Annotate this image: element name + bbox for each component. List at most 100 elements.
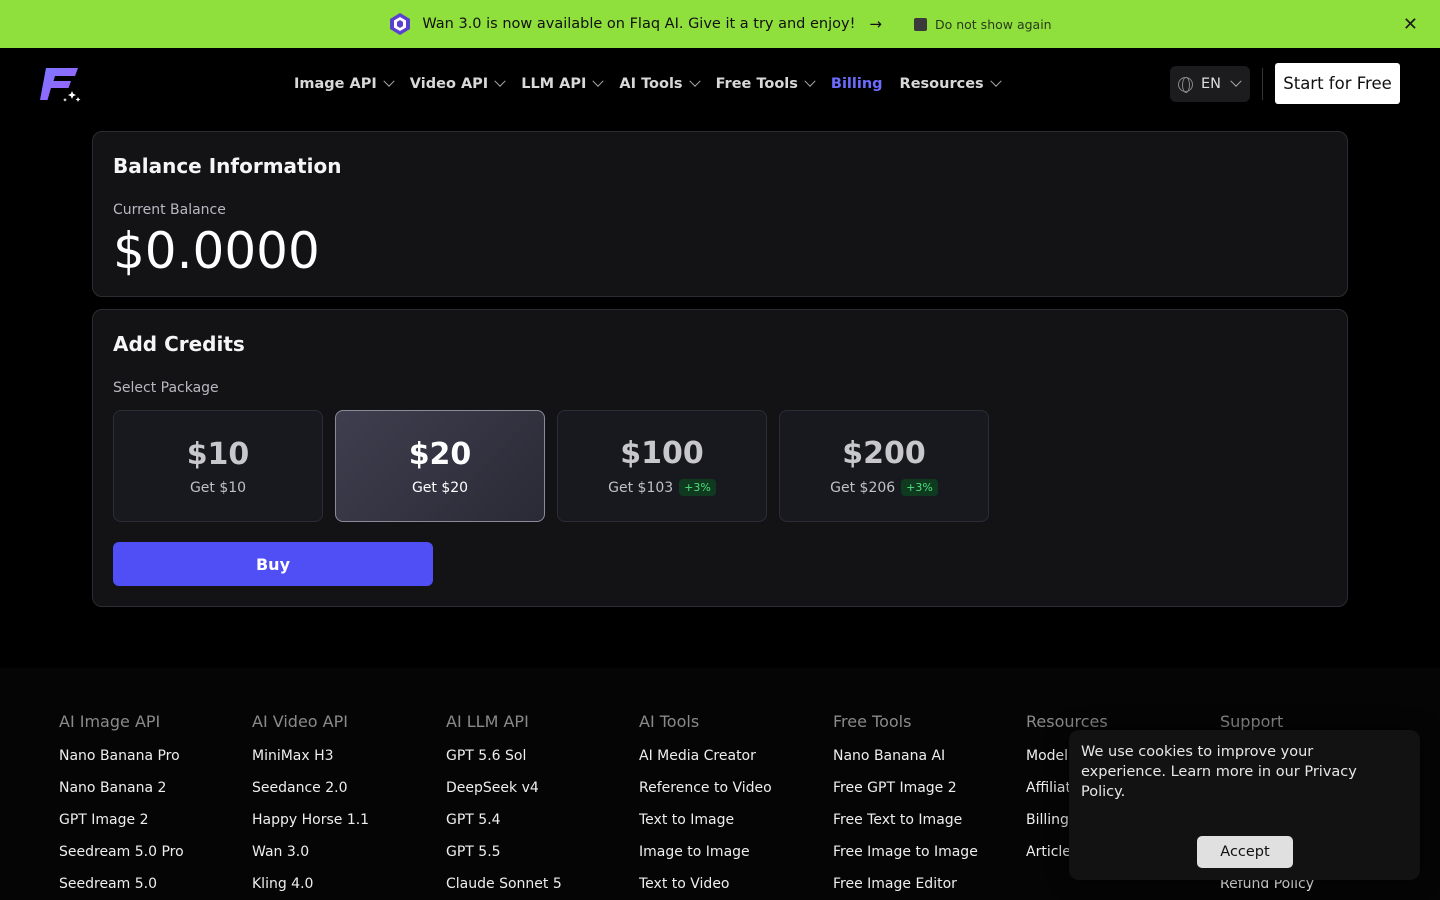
nav-video-api[interactable]: Video API bbox=[409, 75, 506, 92]
package-get-label: Get $10 bbox=[189, 479, 247, 496]
announcement-text[interactable]: Wan 3.0 is now available on Flaq AI. Giv… bbox=[422, 16, 855, 32]
footer-link[interactable]: Nano Banana AI bbox=[833, 746, 978, 778]
footer-link[interactable]: Seedance 2.0 bbox=[252, 778, 369, 810]
chevron-down-icon bbox=[383, 75, 395, 87]
chevron-down-icon bbox=[1230, 75, 1242, 87]
bonus-badge: +3% bbox=[679, 479, 716, 496]
footer-link[interactable]: Text to Video bbox=[639, 874, 772, 900]
footer-link[interactable]: Kling 4.0 bbox=[252, 874, 369, 900]
select-package-label: Select Package bbox=[113, 380, 219, 396]
cookie-text: We use cookies to improve your experienc… bbox=[1081, 744, 1357, 800]
header-divider bbox=[1262, 68, 1263, 100]
accept-cookies-button[interactable]: Accept bbox=[1197, 836, 1293, 868]
nav-label: Billing bbox=[830, 76, 883, 92]
footer-heading: AI Video API bbox=[252, 712, 348, 731]
footer-link[interactable]: GPT 5.5 bbox=[446, 842, 562, 874]
footer-link[interactable]: Seedream 5.0 Pro bbox=[59, 842, 184, 874]
nav-billing[interactable]: Billing bbox=[831, 76, 883, 92]
add-credits-title: Add Credits bbox=[113, 332, 245, 356]
chevron-down-icon bbox=[494, 75, 506, 87]
dont-show-checkbox[interactable] bbox=[913, 17, 927, 31]
balance-value: $0.0000 bbox=[113, 222, 320, 280]
package-20[interactable]: $20 Get $20 bbox=[335, 410, 545, 522]
bonus-badge: +3% bbox=[901, 479, 938, 496]
footer-heading: AI Tools bbox=[639, 712, 700, 731]
chevron-down-icon bbox=[990, 75, 1002, 87]
package-get-label: Get $20 bbox=[411, 479, 469, 496]
footer-link[interactable]: Image to Image bbox=[639, 842, 772, 874]
footer-link[interactable]: Free GPT Image 2 bbox=[833, 778, 978, 810]
site-header: Image API Video API LLM API AI Tools Fre… bbox=[0, 48, 1440, 120]
chevron-down-icon bbox=[804, 75, 816, 87]
footer-link[interactable]: Nano Banana Pro bbox=[59, 746, 184, 778]
nav-resources[interactable]: Resources bbox=[899, 75, 1002, 92]
cookie-banner: We use cookies to improve your experienc… bbox=[1069, 730, 1420, 880]
nav-image-api[interactable]: Image API bbox=[294, 75, 395, 92]
nav-label: LLM API bbox=[521, 76, 587, 92]
footer-link[interactable]: Wan 3.0 bbox=[252, 842, 369, 874]
footer-link[interactable]: GPT Image 2 bbox=[59, 810, 184, 842]
buy-button[interactable]: Buy bbox=[113, 542, 433, 586]
chevron-down-icon bbox=[688, 75, 701, 87]
footer-heading: Support bbox=[1220, 712, 1284, 731]
dont-show-label[interactable]: Do not show again bbox=[935, 17, 1052, 32]
footer-col-image-api: AI Image API Nano Banana Pro Nano Banana… bbox=[59, 712, 184, 900]
footer-heading: AI LLM API bbox=[446, 712, 529, 731]
footer-link[interactable]: Happy Horse 1.1 bbox=[252, 810, 369, 842]
footer-col-llm-api: AI LLM API GPT 5.6 Sol DeepSeek v4 GPT 5… bbox=[446, 712, 562, 900]
chevron-down-icon bbox=[592, 75, 605, 87]
package-price: $100 bbox=[620, 436, 704, 471]
footer-link[interactable]: Nano Banana 2 bbox=[59, 778, 184, 810]
language-label: EN bbox=[1201, 76, 1222, 92]
footer-col-ai-tools: AI Tools AI Media Creator Reference to V… bbox=[639, 712, 772, 900]
nav-ai-tools[interactable]: AI Tools bbox=[619, 75, 701, 92]
footer-heading: Free Tools bbox=[833, 712, 912, 731]
close-icon[interactable]: ✕ bbox=[1403, 14, 1418, 35]
footer-link[interactable]: Seedream 5.0 bbox=[59, 874, 184, 900]
announcement-bar: Wan 3.0 is now available on Flaq AI. Giv… bbox=[0, 0, 1440, 48]
nav-llm-api[interactable]: LLM API bbox=[521, 75, 605, 92]
footer-link[interactable]: Reference to Video bbox=[639, 778, 772, 810]
flaq-logo[interactable] bbox=[38, 64, 82, 104]
balance-title: Balance Information bbox=[113, 154, 342, 178]
nav-label: AI Tools bbox=[619, 76, 683, 92]
wan-logo-icon bbox=[388, 12, 412, 36]
footer-link[interactable]: Free Image to Image bbox=[833, 842, 978, 874]
arrow-right-icon[interactable]: → bbox=[869, 15, 882, 33]
package-price: $20 bbox=[408, 436, 472, 472]
globe-icon bbox=[1178, 76, 1193, 93]
package-get-label: Get $103 bbox=[608, 479, 674, 496]
nav-label: Resources bbox=[899, 76, 984, 92]
package-get: Get $20 bbox=[412, 480, 468, 496]
footer-link[interactable]: Text to Image bbox=[639, 810, 772, 842]
footer-link[interactable]: DeepSeek v4 bbox=[446, 778, 562, 810]
add-credits-card: Add Credits Select Package $10 Get $10 $… bbox=[92, 309, 1348, 607]
footer-col-free-tools: Free Tools Nano Banana AI Free GPT Image… bbox=[833, 712, 978, 900]
footer-link[interactable]: AI Media Creator bbox=[639, 746, 772, 778]
nav-label: Image API bbox=[294, 76, 377, 92]
balance-card: Balance Information Current Balance $0.0… bbox=[92, 131, 1348, 297]
dont-show-again[interactable]: Do not show again bbox=[913, 17, 1052, 32]
footer-col-video-api: AI Video API MiniMax H3 Seedance 2.0 Hap… bbox=[252, 712, 369, 900]
footer-link[interactable]: Free Image Editor bbox=[833, 874, 978, 900]
footer-link[interactable]: GPT 5.6 Sol bbox=[446, 746, 562, 778]
package-get: Get $10 bbox=[190, 480, 246, 496]
footer-link[interactable]: GPT 5.4 bbox=[446, 810, 562, 842]
package-get: Get $206 +3% bbox=[830, 479, 938, 496]
announcement-content: Wan 3.0 is now available on Flaq AI. Giv… bbox=[388, 12, 1052, 36]
package-price: $200 bbox=[842, 436, 926, 471]
footer-link[interactable]: Claude Sonnet 5 bbox=[446, 874, 562, 900]
package-price: $10 bbox=[186, 436, 250, 472]
footer-link[interactable]: Free Text to Image bbox=[833, 810, 978, 842]
nav-label: Video API bbox=[409, 76, 489, 92]
nav-free-tools[interactable]: Free Tools bbox=[715, 75, 816, 92]
package-get: Get $103 +3% bbox=[608, 479, 716, 496]
footer-link[interactable]: MiniMax H3 bbox=[252, 746, 369, 778]
package-100[interactable]: $100 Get $103 +3% bbox=[557, 410, 767, 522]
package-10[interactable]: $10 Get $10 bbox=[113, 410, 323, 522]
language-selector[interactable]: EN bbox=[1170, 66, 1250, 102]
package-200[interactable]: $200 Get $206 +3% bbox=[779, 410, 989, 522]
start-for-free-button[interactable]: Start for Free bbox=[1275, 63, 1400, 104]
nav-label: Free Tools bbox=[715, 76, 798, 92]
package-get-label: Get $206 bbox=[830, 479, 896, 496]
